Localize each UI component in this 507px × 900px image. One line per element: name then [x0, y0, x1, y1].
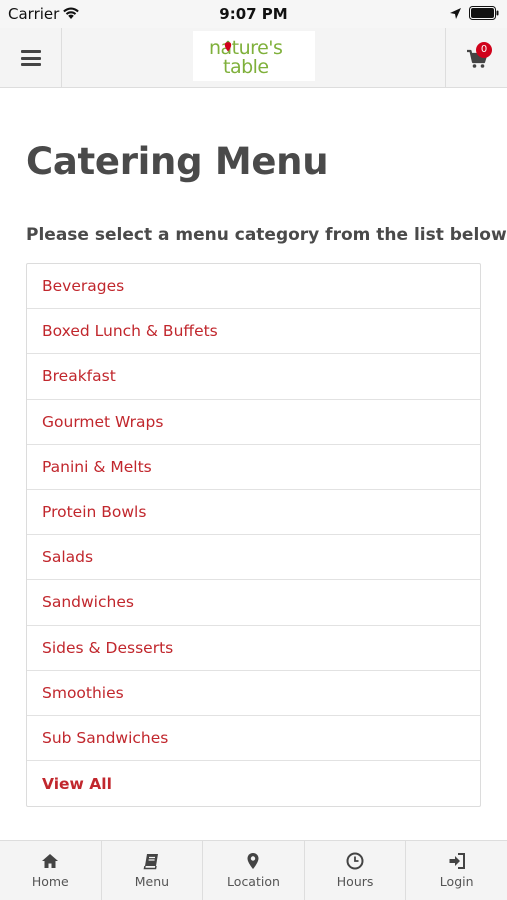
location-arrow-icon: [450, 8, 461, 19]
nav-item-menu[interactable]: Menu: [102, 841, 204, 900]
clock-icon: [346, 852, 364, 870]
category-item-salads[interactable]: Salads: [27, 535, 480, 581]
category-item-protein-bowls[interactable]: Protein Bowls: [27, 490, 480, 536]
view-all-link[interactable]: View All: [27, 761, 480, 806]
cart-count-badge: 0: [476, 42, 492, 58]
category-item-sandwiches[interactable]: Sandwiches: [27, 580, 480, 626]
brand-logo[interactable]: nature's table: [193, 31, 315, 81]
category-item-sub-sandwiches[interactable]: Sub Sandwiches: [27, 716, 480, 762]
nav-item-hours[interactable]: Hours: [305, 841, 407, 900]
nav-label-login: Login: [439, 874, 474, 889]
nav-item-home[interactable]: Home: [0, 841, 102, 900]
strawberry-icon: [224, 40, 232, 52]
category-item-smoothies[interactable]: Smoothies: [27, 671, 480, 716]
battery-icon: [469, 6, 499, 20]
wifi-icon: [63, 7, 79, 19]
nav-item-location[interactable]: Location: [203, 841, 305, 900]
hamburger-menu-button[interactable]: [0, 28, 62, 88]
nav-item-login[interactable]: Login: [406, 841, 507, 900]
category-item-gourmet-wraps[interactable]: Gourmet Wraps: [27, 400, 480, 445]
category-item-sides-desserts[interactable]: Sides & Desserts: [27, 626, 480, 671]
map-pin-icon: [247, 853, 259, 869]
sign-in-icon: [449, 853, 465, 869]
bottom-nav: Home Menu Location Hours Login: [0, 840, 507, 900]
carrier-label: Carrier: [8, 5, 60, 23]
app-header: nature's table 0: [0, 28, 507, 88]
home-icon: [42, 854, 59, 868]
nav-label-hours: Hours: [336, 874, 374, 889]
nav-label-location: Location: [227, 874, 280, 889]
category-list: Beverages Boxed Lunch & Buffets Breakfas…: [26, 263, 481, 808]
category-item-boxed-lunch-buffets[interactable]: Boxed Lunch & Buffets: [27, 309, 480, 355]
hamburger-icon: [20, 50, 41, 66]
category-item-panini-melts[interactable]: Panini & Melts: [27, 445, 480, 490]
status-bar: Carrier 9:07 PM: [0, 0, 507, 28]
logo-text-bottom: table: [223, 56, 269, 78]
category-item-breakfast[interactable]: Breakfast: [27, 354, 480, 400]
page-title: Catering Menu: [26, 140, 329, 183]
book-icon: [143, 854, 158, 870]
nav-label-menu: Menu: [134, 874, 170, 889]
page-subtitle: Please select a menu category from the l…: [26, 225, 507, 245]
category-item-beverages[interactable]: Beverages: [27, 264, 480, 310]
cart-button[interactable]: 0: [445, 28, 507, 88]
nav-label-home: Home: [31, 874, 69, 889]
